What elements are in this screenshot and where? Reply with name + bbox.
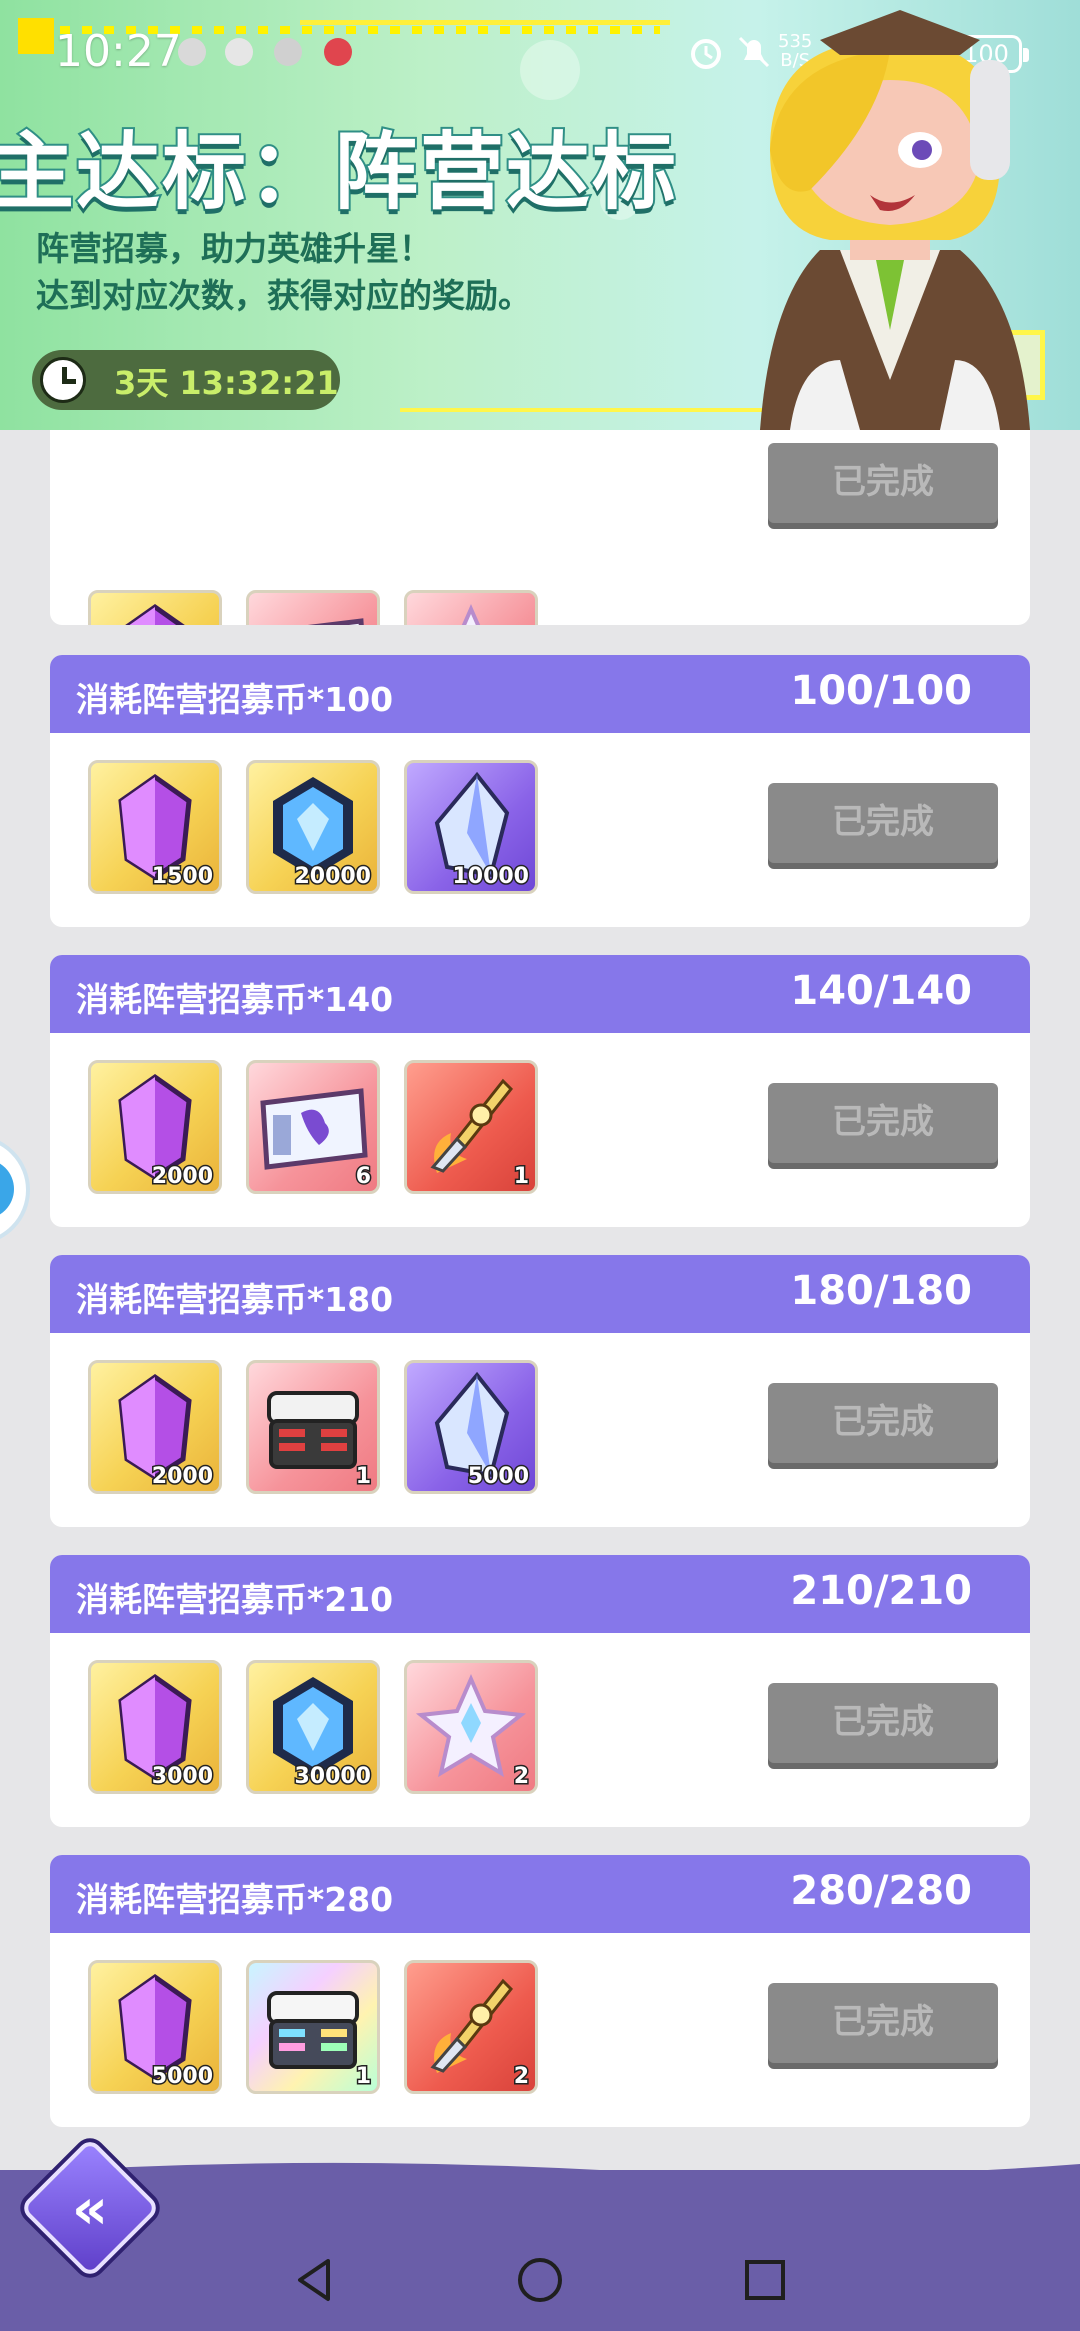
task-header: 消耗阵营招募币*280 280/280 (50, 1855, 1030, 1933)
reward-item[interactable]: 20000 (246, 760, 380, 894)
task-header: 消耗阵营招募币*180 180/180 (50, 1255, 1030, 1333)
notification-icon (225, 38, 253, 66)
reward-count: 30000 (293, 1763, 373, 1791)
notification-icon (324, 38, 352, 66)
recruit-ticket-icon (307, 618, 364, 625)
reward-item[interactable]: 1 (404, 590, 538, 625)
task-progress: 100/100 (790, 668, 972, 714)
task-list[interactable]: 1500 3 1 已完成 消耗阵营招募币*100 (0, 430, 1080, 2180)
task-progress: 180/180 (790, 1268, 972, 1314)
completed-button[interactable]: 已完成 (768, 1683, 998, 1763)
completed-button[interactable]: 已完成 (768, 443, 998, 523)
reward-count: 5000 (466, 1463, 530, 1491)
bottom-bar (0, 2170, 1080, 2331)
reward-count: 20000 (293, 863, 373, 891)
completed-button[interactable]: 已完成 (768, 1383, 998, 1463)
reward-count: 1500 (150, 863, 214, 891)
reward-count: 2000 (150, 1163, 214, 1191)
reward-count: 2 (512, 2063, 530, 2091)
back-triangle-icon[interactable] (290, 2255, 340, 2305)
reward-item[interactable]: 2000 (88, 1360, 222, 1494)
task-progress: 210/210 (790, 1568, 972, 1614)
reward-count: 1 (512, 1163, 530, 1191)
recents-square-icon[interactable] (740, 2255, 790, 2305)
countdown-timer: 3天 13:32:21 (32, 350, 340, 410)
reward-count: 2 (512, 1763, 530, 1791)
banner-title: 主达标：阵营达标 (0, 121, 679, 223)
reward-item[interactable]: 2 (404, 1960, 538, 2094)
task-card: 消耗阵营招募币*180 180/180 2000 1 5000 已完成 (50, 1255, 1030, 1527)
reward-count: 6 (354, 1163, 372, 1191)
reward-count: 1 (354, 1463, 372, 1491)
character-illustration (760, 10, 1030, 430)
reward-item[interactable]: 3000 (88, 1660, 222, 1794)
task-title: 消耗阵营招募币*180 (76, 1280, 394, 1319)
reward-item[interactable]: 1 (246, 1960, 380, 2094)
reward-item[interactable]: 10000 (404, 760, 538, 894)
task-card: 消耗阵营招募币*210 210/210 3000 30000 2 已完成 (50, 1555, 1030, 1827)
home-circle-icon[interactable] (515, 2255, 565, 2305)
reward-item[interactable]: 1500 (88, 760, 222, 894)
reward-item[interactable]: 2 (404, 1660, 538, 1794)
completed-button[interactable]: 已完成 (768, 1983, 998, 2063)
reward-count: 2000 (150, 1463, 214, 1491)
task-header: 消耗阵营招募币*140 140/140 (50, 955, 1030, 1033)
status-time: 10:27 (55, 26, 182, 77)
task-progress: 140/140 (790, 968, 972, 1014)
clock-icon (40, 357, 86, 403)
reward-count: 5000 (150, 2063, 214, 2091)
reward-item[interactable]: 3 (246, 590, 380, 625)
countdown-text: 3天 13:32:21 (114, 364, 339, 402)
reward-item[interactable]: 1 (246, 1360, 380, 1494)
task-card: 消耗阵营招募币*280 280/280 5000 1 2 已完成 (50, 1855, 1030, 2127)
notification-icon (274, 38, 302, 66)
task-card: 消耗阵营招募币*100 100/100 1500 20000 10000 已完成 (50, 655, 1030, 927)
banner-description-line: 达到对应次数，获得对应的奖励。 (36, 276, 531, 315)
task-card: 消耗阵营招募币*140 140/140 2000 6 1 已完成 (50, 955, 1030, 1227)
reward-count: 1 (354, 2063, 372, 2091)
reward-item[interactable]: 5000 (404, 1360, 538, 1494)
reward-count: 10000 (451, 863, 531, 891)
reward-item[interactable]: 5000 (88, 1960, 222, 2094)
task-title: 消耗阵营招募币*210 (76, 1580, 394, 1619)
task-title: 消耗阵营招募币*140 (76, 980, 394, 1019)
completed-button[interactable]: 已完成 (768, 783, 998, 863)
purple-gem-icon (125, 603, 185, 625)
task-card: 1500 3 1 已完成 (50, 430, 1030, 625)
event-banner: 10:27 535 B/S 100 主达标：阵营达标 阵营招募，助力英雄升星！ … (0, 0, 1080, 430)
footer-wave (0, 2162, 1080, 2190)
reward-item[interactable]: 1500 (88, 590, 222, 625)
banner-description: 阵营招募，助力英雄升星！ 达到对应次数，获得对应的奖励。 (36, 225, 531, 319)
task-progress: 280/280 (790, 1868, 972, 1914)
star-shard-icon (461, 604, 481, 625)
double-chevron-left-icon: « (71, 2176, 109, 2242)
reward-item[interactable]: 6 (246, 1060, 380, 1194)
reward-item[interactable]: 1 (404, 1060, 538, 1194)
notification-icon (178, 38, 206, 66)
task-title: 消耗阵营招募币*280 (76, 1880, 394, 1919)
completed-button[interactable]: 已完成 (768, 1083, 998, 1163)
task-header: 消耗阵营招募币*210 210/210 (50, 1555, 1030, 1633)
reward-item[interactable]: 2000 (88, 1060, 222, 1194)
reward-item[interactable]: 30000 (246, 1660, 380, 1794)
banner-description-line: 阵营招募，助力英雄升星！ (36, 229, 432, 268)
task-header: 消耗阵营招募币*100 100/100 (50, 655, 1030, 733)
task-title: 消耗阵营招募币*100 (76, 680, 394, 719)
reward-count: 3000 (150, 1763, 214, 1791)
